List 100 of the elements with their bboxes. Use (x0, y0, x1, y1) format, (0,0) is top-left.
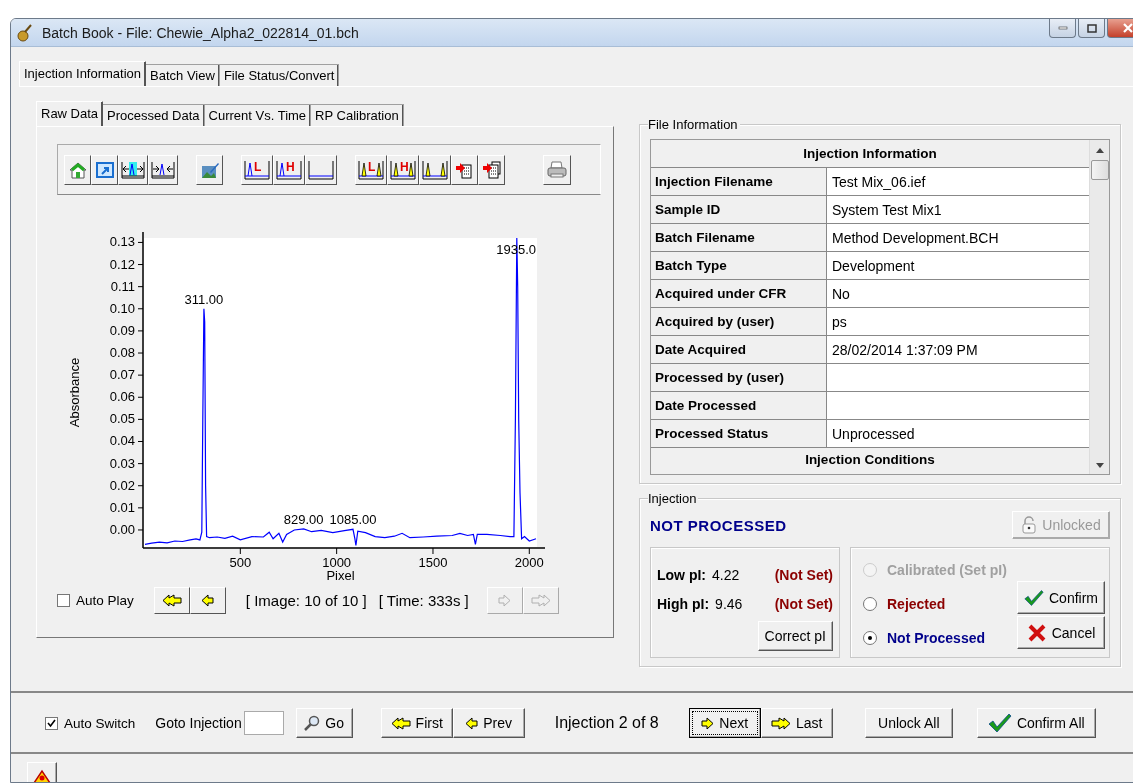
pi-state: (Not Set) (774, 566, 833, 583)
close-icon (1122, 23, 1133, 33)
left-arrow-icon (201, 594, 215, 607)
y-tick-label: 0.13 (109, 234, 135, 250)
toolbar-button[interactable] (543, 154, 571, 185)
y-tick-label: 0.01 (109, 499, 135, 515)
scroll-up-icon (1095, 148, 1104, 153)
unlock-all-button[interactable]: Unlock All (864, 708, 953, 738)
tab[interactable]: RP Calibration (310, 104, 404, 126)
nav-button[interactable]: Prev (452, 708, 525, 738)
maximize-icon (1086, 23, 1097, 33)
radio-label: Calibrated (Set pI) (887, 562, 1007, 578)
y-tick-label: 0.05 (109, 411, 135, 427)
tab[interactable]: Current Vs. Time (203, 104, 312, 126)
x-tick-label: 2000 (514, 555, 544, 570)
help-book-icon (32, 768, 52, 782)
toolbar-button[interactable] (118, 154, 148, 185)
peak-label: 1085.00 (329, 512, 377, 528)
toolbar-button[interactable] (419, 154, 451, 185)
row-value: System Test Mix1 (827, 196, 1089, 223)
toolbar-button[interactable] (91, 154, 118, 185)
row-value: Development (827, 252, 1089, 279)
auto-play-checkbox[interactable]: Auto Play (57, 593, 134, 608)
check-icon (1024, 587, 1044, 608)
checkbox[interactable] (45, 716, 58, 730)
pi-label: High pI: (657, 595, 710, 612)
tab[interactable]: File Status/Convert (218, 64, 340, 86)
confirm-button[interactable]: Confirm (1017, 581, 1105, 614)
correct-pi-button[interactable]: Correct pI (757, 621, 833, 651)
nav-button[interactable]: Last (760, 708, 833, 738)
arrow-documents-icon (481, 159, 502, 180)
nav-button[interactable]: First (380, 708, 453, 738)
printer-icon (546, 159, 568, 180)
x-tick-label: 1500 (418, 555, 448, 570)
row-value: No (827, 280, 1089, 307)
step-button[interactable] (189, 587, 226, 614)
row-value: ps (827, 308, 1089, 335)
checkbox-label: Auto Switch (64, 715, 136, 731)
peak-expand-icon (121, 159, 145, 180)
right-arrow-icon (701, 716, 715, 730)
tab[interactable]: Processed Data (102, 104, 205, 126)
window-title: Batch Book - File: Chewie_Alpha2_022814_01.bch (42, 24, 360, 41)
maximize-button[interactable] (1078, 19, 1105, 38)
radio-button[interactable] (863, 631, 877, 645)
toolbar-button[interactable] (305, 154, 337, 185)
pi-label: Low pI: (657, 566, 706, 583)
checkbox[interactable] (57, 594, 70, 607)
go-button[interactable]: Go (295, 708, 353, 738)
x-tick-label: 500 (229, 555, 252, 570)
radio-button[interactable] (863, 597, 877, 611)
peaks-icon (422, 159, 448, 180)
left-arrow-icon (465, 716, 479, 730)
peak-label: 829.00 (283, 511, 324, 527)
pi-value: 9.46 (715, 595, 744, 612)
injection-number-field[interactable] (243, 711, 284, 735)
toolbar-button[interactable] (451, 154, 478, 185)
tab[interactable]: Batch View (145, 64, 220, 86)
radio-label: Rejected (887, 596, 946, 612)
toolbar-button[interactable] (196, 154, 223, 185)
step-button[interactable] (153, 587, 190, 614)
check-icon (987, 713, 1012, 733)
search-icon (304, 715, 321, 731)
y-tick-label: 0.02 (109, 477, 135, 493)
padlock-icon (1021, 516, 1038, 534)
peak-compress-icon (151, 159, 175, 180)
radio-label: Not Processed (887, 630, 986, 646)
baseline-icon (308, 159, 334, 180)
pi-value: 4.22 (712, 566, 741, 583)
confirm-all-button[interactable]: Confirm All (976, 708, 1096, 738)
group-title: File Information (648, 117, 740, 132)
x-axis-label: Pixel (326, 568, 355, 583)
y-tick-label: 0.03 (109, 455, 135, 471)
nav-button[interactable]: Next (688, 708, 761, 738)
y-tick-label: 0.06 (109, 389, 135, 405)
minimize-button[interactable] (1049, 19, 1076, 38)
toolbar-button[interactable] (64, 154, 91, 185)
toolbar-button[interactable] (148, 154, 178, 185)
time-readout: [ Time: 333s ] (378, 592, 469, 609)
y-tick-label: 0.10 (109, 300, 135, 316)
pi-state: (Not Set) (774, 595, 833, 612)
radio-option[interactable]: Not Processed (863, 626, 1017, 650)
y-tick-label: 0.09 (109, 322, 135, 338)
app-icon (17, 23, 33, 42)
cancel-button[interactable]: Cancel (1017, 616, 1105, 649)
x-icon (1026, 622, 1047, 643)
tab[interactable]: Injection Information (19, 61, 147, 86)
radio-option[interactable]: Rejected (863, 592, 1017, 616)
scroll-thumb[interactable] (1090, 160, 1109, 180)
scrollbar[interactable] (1089, 140, 1109, 474)
y-tick-label: 0.00 (109, 521, 135, 537)
image-counter: [ Image: 10 of 10 ] (245, 592, 367, 609)
group-title: Injection (648, 491, 699, 506)
minimize-icon (1057, 26, 1068, 30)
row-value: Method Development.BCH (827, 224, 1089, 251)
y-tick-label: 0.08 (109, 345, 135, 360)
double-left-arrow-icon (161, 594, 182, 607)
y-axis-label: Absorbance (67, 357, 82, 428)
toolbar-button[interactable] (478, 154, 505, 185)
auto-switch-checkbox[interactable]: Auto Switch (45, 715, 136, 731)
double-right-arrow-icon (530, 594, 551, 607)
